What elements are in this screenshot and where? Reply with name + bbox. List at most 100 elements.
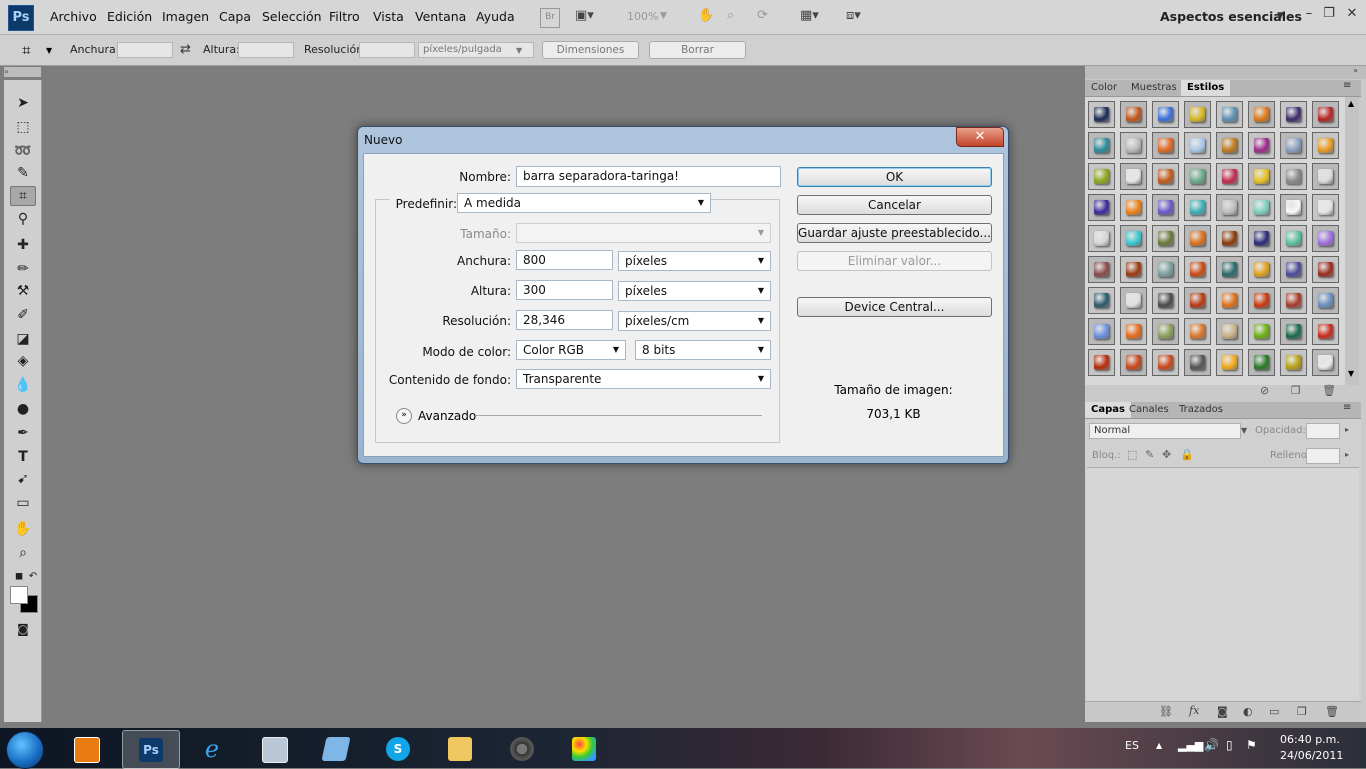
- power-icon[interactable]: ▯: [1226, 738, 1233, 752]
- style-swatch[interactable]: [1280, 225, 1307, 252]
- style-swatch[interactable]: [1184, 349, 1211, 376]
- lock-position-icon[interactable]: ✥: [1162, 448, 1171, 461]
- style-swatch[interactable]: [1184, 163, 1211, 190]
- style-swatch[interactable]: [1312, 194, 1339, 221]
- units-dropdown-icon[interactable]: ▼: [516, 46, 522, 55]
- dodge-tool-icon[interactable]: ●: [12, 400, 34, 418]
- delete-layer-icon[interactable]: 🗑: [1325, 705, 1339, 718]
- shape-tool-icon[interactable]: ▭: [12, 494, 34, 512]
- layer-mask-icon[interactable]: ◙: [1217, 705, 1228, 718]
- crop-width-input[interactable]: [117, 42, 173, 58]
- style-swatch[interactable]: [1216, 163, 1243, 190]
- paint-bucket-tool-icon[interactable]: ◈: [12, 352, 34, 370]
- dialog-close-button[interactable]: ✕: [956, 127, 1004, 147]
- preset-select[interactable]: A medida ▼: [457, 193, 711, 213]
- style-swatch[interactable]: [1248, 163, 1275, 190]
- foreground-color-swatch[interactable]: [10, 586, 28, 604]
- tab-color[interactable]: Color: [1085, 80, 1123, 96]
- workspace-dropdown-icon[interactable]: ▼: [1277, 11, 1284, 21]
- fill-input[interactable]: [1306, 448, 1340, 464]
- style-swatch[interactable]: [1312, 256, 1339, 283]
- style-swatch[interactable]: [1088, 318, 1115, 345]
- style-swatch[interactable]: [1312, 163, 1339, 190]
- taskbar-skype[interactable]: S: [370, 730, 426, 767]
- style-swatch[interactable]: [1216, 256, 1243, 283]
- style-swatch[interactable]: [1216, 287, 1243, 314]
- swap-colors-icon[interactable]: ↶: [22, 568, 44, 586]
- tab-paths[interactable]: Trazados: [1173, 402, 1229, 418]
- blend-mode-dropdown-icon[interactable]: ▼: [1241, 426, 1247, 435]
- style-swatch[interactable]: [1280, 194, 1307, 221]
- style-swatch[interactable]: [1152, 287, 1179, 314]
- background-contents-select[interactable]: Transparente ▼: [516, 369, 771, 389]
- lock-all-icon[interactable]: 🔒: [1180, 448, 1194, 461]
- style-swatch[interactable]: [1312, 132, 1339, 159]
- clock-date[interactable]: 24/06/2011: [1280, 749, 1343, 762]
- zoom-icon[interactable]: ⌕: [727, 8, 734, 26]
- quick-selection-tool-icon[interactable]: ✎: [12, 164, 34, 182]
- blend-mode-select[interactable]: Normal: [1089, 423, 1241, 439]
- screen-mode-toggle-icon[interactable]: ⧈▾: [846, 8, 861, 26]
- link-layers-icon[interactable]: ⛓: [1159, 705, 1173, 718]
- advanced-toggle-icon[interactable]: »: [396, 408, 412, 424]
- style-swatch[interactable]: [1312, 101, 1339, 128]
- style-swatch[interactable]: [1312, 287, 1339, 314]
- style-swatch[interactable]: [1088, 194, 1115, 221]
- action-center-flag-icon[interactable]: ⚑: [1246, 738, 1257, 752]
- tool-preset-dropdown-icon[interactable]: ▼: [46, 46, 52, 55]
- style-swatch[interactable]: [1184, 287, 1211, 314]
- style-swatch[interactable]: [1152, 256, 1179, 283]
- rotate-view-icon[interactable]: ⟳: [757, 8, 768, 26]
- toolbar-collapse-icon[interactable]: »: [4, 67, 41, 77]
- style-swatch[interactable]: [1120, 225, 1147, 252]
- style-swatch[interactable]: [1312, 225, 1339, 252]
- styles-scrollbar[interactable]: ▲ ▼: [1345, 97, 1359, 385]
- style-swatch[interactable]: [1184, 318, 1211, 345]
- style-swatch[interactable]: [1184, 256, 1211, 283]
- bridge-icon[interactable]: Br: [540, 8, 560, 28]
- style-swatch[interactable]: [1120, 287, 1147, 314]
- tab-styles[interactable]: Estilos: [1181, 80, 1231, 96]
- screen-mode-icon[interactable]: ▣▾: [575, 8, 594, 26]
- style-swatch[interactable]: [1120, 132, 1147, 159]
- eyedropper-tool-icon[interactable]: ⚲: [12, 210, 34, 228]
- menu-imagen[interactable]: Imagen: [162, 9, 209, 24]
- style-swatch[interactable]: [1152, 163, 1179, 190]
- style-swatch[interactable]: [1120, 101, 1147, 128]
- height-units-select[interactable]: píxeles ▼: [618, 281, 771, 301]
- delete-style-icon[interactable]: 🗑: [1322, 384, 1336, 397]
- zoom-dropdown-icon[interactable]: ▼: [660, 11, 667, 29]
- minimize-icon[interactable]: –: [1300, 6, 1318, 24]
- bit-depth-select[interactable]: 8 bits ▼: [635, 340, 771, 360]
- new-layer-icon[interactable]: ❐: [1297, 705, 1307, 718]
- language-indicator[interactable]: ES: [1125, 739, 1139, 752]
- quick-mask-icon[interactable]: ◙: [12, 620, 34, 638]
- style-swatch[interactable]: [1280, 101, 1307, 128]
- width-input[interactable]: 800: [516, 250, 613, 270]
- style-swatch[interactable]: [1152, 132, 1179, 159]
- crop-resolution-input[interactable]: [359, 42, 415, 58]
- advanced-label[interactable]: Avanzado: [418, 409, 476, 423]
- name-input[interactable]: barra separadora-taringa!: [516, 166, 781, 187]
- style-swatch[interactable]: [1088, 163, 1115, 190]
- style-swatch[interactable]: [1184, 225, 1211, 252]
- style-swatch[interactable]: [1248, 101, 1275, 128]
- style-swatch[interactable]: [1280, 163, 1307, 190]
- close-icon[interactable]: ✕: [1343, 6, 1361, 24]
- style-swatch[interactable]: [1280, 287, 1307, 314]
- style-swatch[interactable]: [1216, 194, 1243, 221]
- menu-vista[interactable]: Vista: [373, 9, 404, 24]
- style-swatch[interactable]: [1248, 287, 1275, 314]
- style-swatch[interactable]: [1280, 318, 1307, 345]
- taskbar-internet-explorer[interactable]: ℯ: [184, 730, 240, 767]
- layers-panel-menu-icon[interactable]: ≡: [1343, 402, 1351, 413]
- color-mode-select[interactable]: Color RGB ▼: [516, 340, 626, 360]
- lock-image-icon[interactable]: ✎: [1145, 448, 1154, 461]
- brush-tool-icon[interactable]: ✏: [12, 260, 34, 278]
- taskbar-notes[interactable]: [308, 730, 364, 767]
- style-swatch[interactable]: [1088, 349, 1115, 376]
- style-swatch[interactable]: [1152, 318, 1179, 345]
- crop-tool-icon[interactable]: ⌗: [22, 41, 30, 59]
- style-swatch[interactable]: [1248, 132, 1275, 159]
- taskbar-chrome[interactable]: [494, 730, 550, 767]
